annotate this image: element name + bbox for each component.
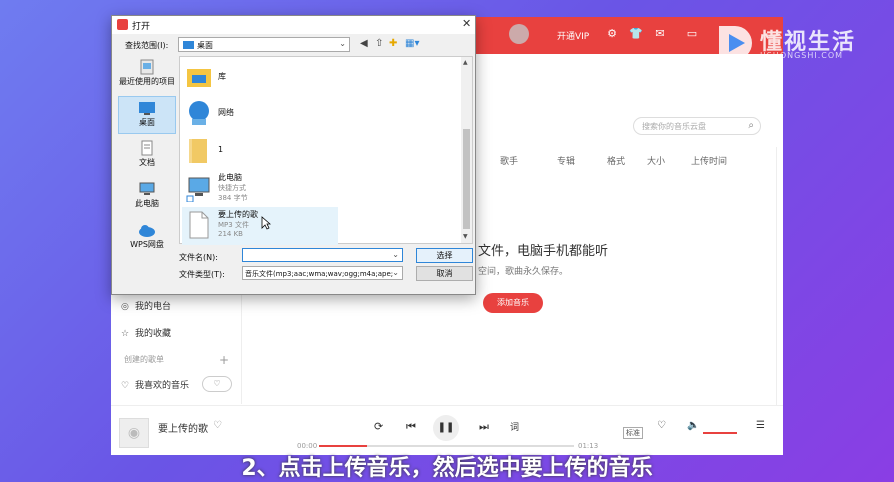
cloud-icon	[139, 225, 155, 237]
mini-mode-icon[interactable]: ▭	[685, 27, 699, 41]
list-item[interactable]: 1	[182, 133, 338, 171]
look-in-select[interactable]: 桌面 ⌄	[178, 37, 350, 52]
empty-state-subtext: 空间，歌曲永久保存。	[478, 267, 569, 277]
watermark-logo	[719, 26, 752, 60]
app-icon	[117, 19, 128, 30]
place-documents[interactable]: 文档	[118, 137, 176, 175]
file-list: 库 网络 1 此电脑 快捷方式 384 字节 要上传的歌 MP3 文件 214 …	[179, 56, 473, 245]
new-folder-icon[interactable]: ✚	[389, 38, 397, 49]
quality-badge[interactable]: 标准	[623, 427, 643, 439]
scroll-down-icon[interactable]: ▼	[463, 233, 468, 240]
dialog-title: 打开	[132, 22, 151, 32]
scroll-up-icon[interactable]: ▲	[463, 59, 468, 66]
list-item[interactable]: 库	[182, 59, 338, 97]
desktop-icon	[139, 102, 155, 115]
next-track-icon[interactable]: ⏭	[479, 420, 489, 434]
avatar[interactable]	[509, 24, 529, 44]
computer-icon	[139, 182, 155, 195]
recent-items-icon	[140, 59, 154, 75]
now-playing-title[interactable]: 要上传的歌	[158, 420, 208, 435]
list-item[interactable]: 网络	[182, 95, 338, 133]
watermark-url: JISHONGSHI.COM	[760, 51, 844, 60]
select-button[interactable]: 选择	[416, 248, 473, 263]
place-recent[interactable]: 最近使用的项目	[118, 56, 176, 94]
network-icon	[189, 101, 209, 125]
place-wps-cloud[interactable]: WPS网盘	[118, 219, 176, 257]
playlist-icon[interactable]: ☰	[756, 420, 765, 431]
library-folder-icon	[187, 69, 211, 87]
chevron-down-icon[interactable]: ⌄	[392, 250, 399, 259]
scrollbar-thumb[interactable]	[463, 129, 470, 229]
volume-slider[interactable]	[703, 432, 737, 434]
player-bar: ◉ 要上传的歌 ♡ ⟳ ⏮ ❚❚ ⏭ 词 00:00 01:13 标准 ♡ 🔈 …	[111, 405, 783, 455]
column-format[interactable]: 格式	[607, 154, 625, 167]
this-pc-shortcut-icon	[186, 177, 210, 202]
filetype-label: 文件类型(T):	[179, 270, 225, 279]
desktop-icon	[183, 41, 194, 49]
sidebar-item-favorites[interactable]: ☆ 我的收藏	[121, 326, 171, 339]
list-item[interactable]: 此电脑 快捷方式 384 字节	[182, 170, 338, 208]
total-time: 01:13	[578, 442, 599, 450]
view-menu-icon[interactable]: ▦▾	[405, 38, 419, 49]
volume-icon[interactable]: 🔈	[687, 420, 699, 431]
close-icon[interactable]: ✕	[462, 17, 471, 30]
list-item-selected[interactable]: 要上传的歌 MP3 文件 214 KB	[182, 207, 338, 245]
heart-icon: ♡	[121, 381, 130, 391]
add-playlist-icon[interactable]: +	[219, 353, 229, 367]
column-artist[interactable]: 歌手	[500, 154, 518, 167]
sidebar-item-liked[interactable]: ♡ 我喜欢的音乐	[121, 378, 189, 391]
vip-link[interactable]: 开通VIP	[557, 29, 589, 42]
dialog-title-bar[interactable]: 打开 ✕	[112, 16, 475, 34]
documents-icon	[141, 140, 153, 156]
heart-beat-icon[interactable]: ♡	[657, 420, 666, 431]
radio-icon: ◎	[121, 302, 129, 312]
mouse-cursor-icon	[261, 216, 271, 230]
progress-bar[interactable]	[319, 445, 574, 447]
up-folder-icon[interactable]: ⇧	[375, 38, 383, 49]
mail-icon[interactable]: ✉	[653, 27, 667, 41]
column-size[interactable]: 大小	[647, 154, 665, 167]
place-desktop[interactable]: 桌面	[118, 96, 176, 134]
mp3-file-icon	[189, 211, 209, 239]
folder-icon	[189, 139, 207, 163]
search-icon[interactable]: ⌕	[748, 120, 754, 131]
open-file-dialog: 打开 ✕ 查找范围(I): 桌面 ⌄ ◀ ⇧ ✚ ▦▾ 最近使用的项目 桌面 文…	[111, 15, 476, 295]
column-upload-time[interactable]: 上传时间	[691, 154, 727, 167]
loop-mode-icon[interactable]: ⟳	[374, 420, 383, 433]
filename-label: 文件名(N):	[179, 253, 218, 262]
file-list-scrollbar[interactable]: ▲ ▼	[461, 57, 472, 243]
lyrics-button[interactable]: 词	[510, 420, 519, 433]
settings-icon[interactable]: ⚙	[605, 27, 619, 41]
current-time: 00:00	[297, 442, 318, 450]
created-playlists-header[interactable]: 创建的歌单	[124, 354, 164, 365]
place-this-pc[interactable]: 此电脑	[118, 178, 176, 216]
add-music-button[interactable]: 添加音乐	[483, 293, 543, 313]
skin-icon[interactable]: 👕	[629, 27, 643, 41]
chevron-down-icon[interactable]: ⌄	[392, 268, 399, 277]
chevron-down-icon[interactable]: ⌄	[339, 39, 346, 48]
divider	[776, 147, 777, 407]
look-in-label: 查找范围(I):	[125, 41, 169, 50]
tutorial-caption: 2、点击上传音乐，然后选中要上传的音乐	[241, 456, 653, 481]
cancel-button[interactable]: 取消	[416, 266, 473, 281]
heart-mode-button[interactable]: ♡	[202, 376, 232, 392]
cloud-search-input[interactable]: 搜索你的音乐云盘 ⌕	[633, 117, 761, 135]
like-song-icon[interactable]: ♡	[213, 420, 222, 431]
previous-track-icon[interactable]: ⏮	[406, 420, 416, 434]
filename-input[interactable]: ⌄	[242, 248, 403, 262]
pause-button[interactable]: ❚❚	[433, 415, 459, 441]
album-cover[interactable]: ◉	[119, 418, 149, 448]
places-bar: 最近使用的项目 桌面 文档 此电脑 WPS网盘	[116, 56, 178, 249]
filetype-select[interactable]: 音乐文件(mp3;aac;wma;wav;ogg;m4a;ape; ⌄	[242, 266, 403, 280]
back-icon[interactable]: ◀	[360, 38, 368, 49]
column-album[interactable]: 专辑	[557, 154, 575, 167]
progress-fill	[319, 445, 368, 447]
sidebar-item-radio[interactable]: ◎ 我的电台	[121, 299, 171, 312]
favorites-icon: ☆	[121, 329, 130, 339]
empty-state-text: 文件，电脑手机都能听	[478, 244, 609, 259]
